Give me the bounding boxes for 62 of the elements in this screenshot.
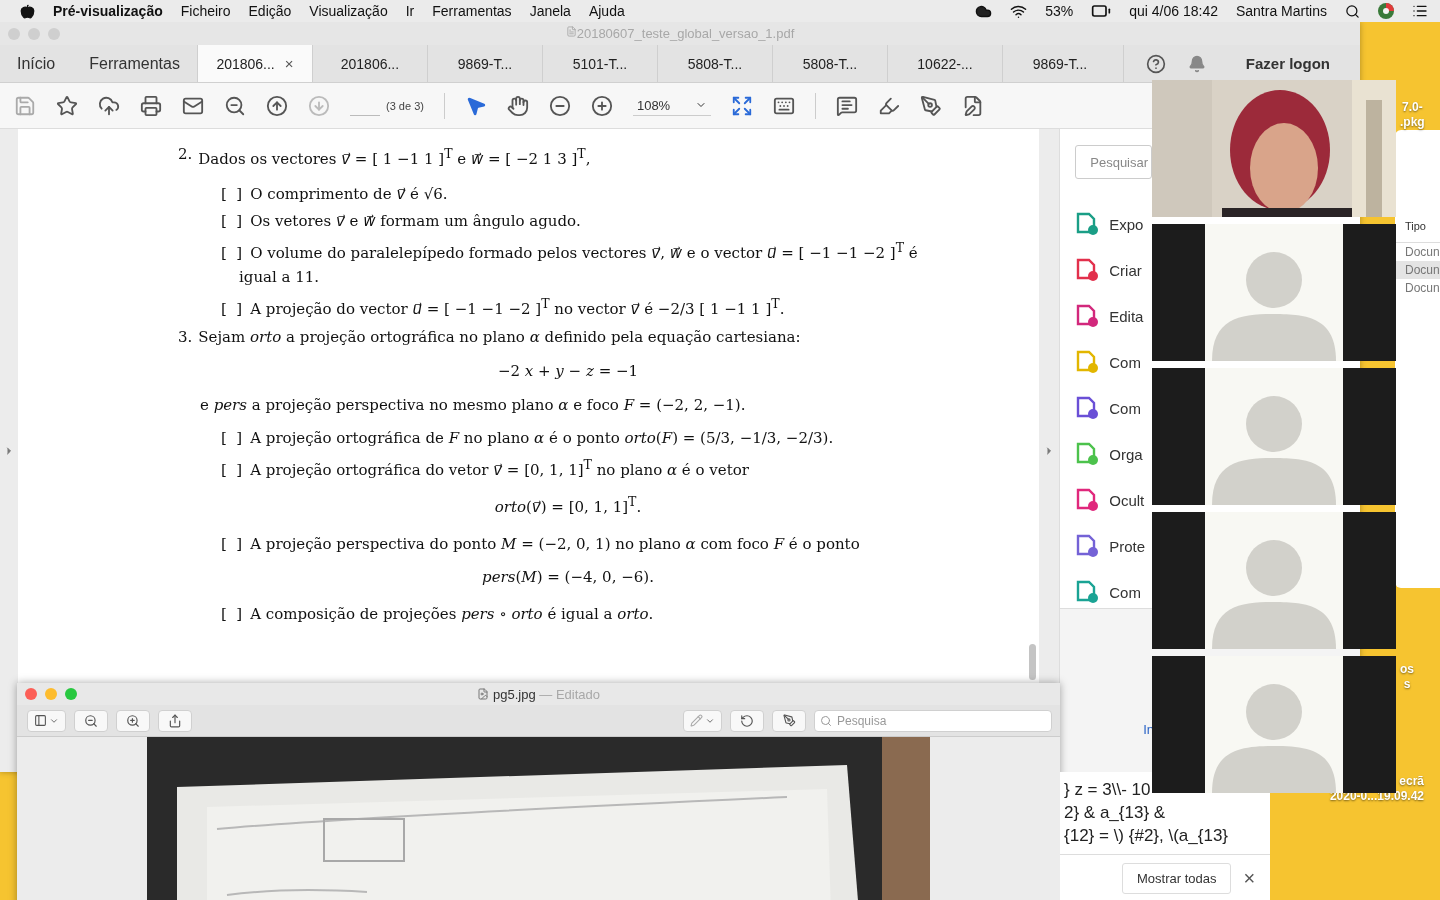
battery-percent: 53% bbox=[1045, 3, 1074, 19]
tool-label[interactable]: Com bbox=[1109, 583, 1141, 601]
menu-item[interactable]: Edição bbox=[248, 3, 292, 19]
question-text: Dados os vectores v⃗ = [ 1 −1 1 ]$^{T}$ e w⃗ = [ −2 1 3 ]$^{T}$, bbox=[198, 145, 591, 170]
answer-bracket: [ ] bbox=[221, 185, 243, 203]
document-tab[interactable]: 201806... × bbox=[196, 45, 312, 82]
option-text: A projeção do vector u⃗ = [ −1 −1 −2 ]$^{T}$ no vector v⃗ é −2/3 [ 1 −1 1 ]$^{T}$. bbox=[250, 300, 785, 318]
user-name[interactable]: Santra Martins bbox=[1235, 3, 1327, 19]
show-all-button[interactable]: Mostrar todas bbox=[1122, 863, 1232, 894]
tool-label[interactable]: Com bbox=[1109, 353, 1141, 371]
question-text: Sejam orto a projeção ortográfica no plano α definido pela equação cartesiana: bbox=[198, 327, 801, 348]
clock[interactable]: qui 4/06 18:42 bbox=[1129, 3, 1218, 19]
desktop-icon-label[interactable]: 2020-0...19.09.42 bbox=[1329, 789, 1424, 804]
code-line: 2} & a_{13} & bbox=[1064, 802, 1167, 824]
edited-status: — Editado bbox=[538, 686, 600, 702]
close-icon[interactable]: × bbox=[284, 55, 294, 72]
menu-item[interactable]: Ajuda bbox=[588, 3, 625, 19]
answer-bracket: [ ] bbox=[221, 212, 243, 230]
option-text: A projeção ortográfica de F no plano α é o ponto orto(F) = (5/3, −1/3, −2/3). bbox=[250, 429, 834, 447]
option-text: A projeção ortográfica do vetor v⃗ = [0, 1, 1]$^{T}$ no plano α é o vetor bbox=[250, 461, 749, 479]
nav-tab[interactable]: Ferramentas bbox=[72, 45, 197, 82]
menu-item[interactable]: Janela bbox=[529, 3, 571, 19]
file-row[interactable]: Docun bbox=[1395, 279, 1440, 297]
option-text: A projeção perspectiva do ponto M = (−2, 0, 1) no plano α com foco F é o ponto bbox=[250, 535, 860, 553]
equation: −2 x + y − z = −1 bbox=[497, 362, 639, 380]
close-button[interactable]: × bbox=[1243, 867, 1256, 890]
file-row[interactable]: Docun bbox=[1395, 243, 1440, 261]
menu-item[interactable]: Visualização bbox=[309, 3, 388, 19]
tool-label[interactable]: Com bbox=[1109, 399, 1141, 417]
nav-tab[interactable]: Início bbox=[0, 45, 73, 82]
answer-bracket: [ ] bbox=[221, 605, 243, 623]
option-text: O comprimento de v⃗ é √6. bbox=[250, 185, 448, 203]
equation: pers(M) = (−4, 0, −6). bbox=[482, 568, 654, 586]
answer-bracket: [ ] bbox=[221, 244, 243, 262]
question-number: 2. bbox=[178, 144, 193, 165]
window-title: pg5.jpg bbox=[477, 686, 536, 702]
question-number: 3. bbox=[178, 327, 193, 348]
menu-item[interactable]: Ir bbox=[405, 3, 415, 19]
answer-bracket: [ ] bbox=[221, 461, 243, 479]
answer-bracket: [ ] bbox=[221, 429, 243, 447]
tool-label[interactable]: Expo bbox=[1109, 215, 1144, 233]
tool-label[interactable]: Edita bbox=[1109, 307, 1144, 325]
page-count: (3 de 3) bbox=[386, 99, 424, 112]
menu-item[interactable]: Ferramentas bbox=[432, 3, 512, 19]
tool-label[interactable]: Orga bbox=[1109, 445, 1143, 463]
code-line: {12} = \) {#2}, \(a_{13} bbox=[1064, 825, 1229, 847]
tool-label[interactable]: Ocult bbox=[1109, 491, 1145, 509]
option-text: A composição de projeções pers ∘ orto é igual a orto. bbox=[250, 605, 654, 623]
paragraph: e pers a projeção perspectiva no mesmo plano α e foco F = (−2, 2, −1). bbox=[200, 396, 746, 414]
window-title: 20180607_teste_global_versao_1.pdf bbox=[576, 26, 795, 41]
sign-in-link[interactable]: Fazer logon bbox=[1245, 55, 1330, 72]
option-text: Os vetores v⃗ e w⃗ formam um ângulo agudo. bbox=[250, 212, 581, 230]
tool-label[interactable]: Criar bbox=[1109, 261, 1142, 279]
zoom-dropdown[interactable]: 108% bbox=[632, 95, 711, 116]
equation: orto(v⃗) = [0, 1, 1]$^{T}$. bbox=[494, 498, 642, 516]
file-row[interactable]: Docun bbox=[1395, 261, 1440, 279]
app-menu[interactable]: Pré-visualização bbox=[53, 3, 163, 19]
code-line: } z = 3\\- 10 bbox=[1064, 779, 1152, 801]
answer-bracket: [ ] bbox=[221, 535, 243, 553]
tool-label[interactable]: Prote bbox=[1109, 537, 1146, 555]
answer-bracket: [ ] bbox=[221, 300, 243, 318]
menu-item[interactable]: Ficheiro bbox=[180, 3, 231, 19]
